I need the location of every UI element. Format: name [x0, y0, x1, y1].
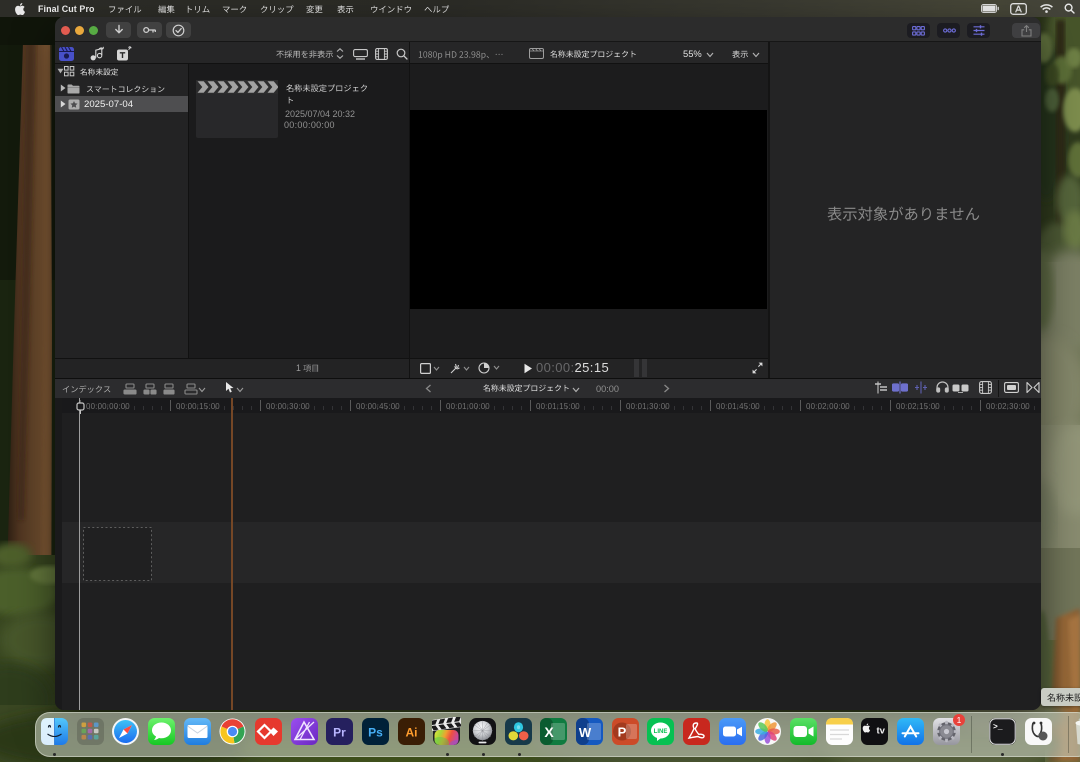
- svg-text:>_: >_: [993, 723, 1003, 732]
- svg-text:LINE: LINE: [654, 729, 668, 735]
- svg-text:P: P: [617, 725, 626, 740]
- svg-text:X: X: [545, 724, 555, 740]
- svg-text:W: W: [579, 725, 592, 740]
- svg-text:Ps: Ps: [368, 726, 383, 740]
- svg-text:Pr: Pr: [333, 726, 346, 740]
- svg-text:Ai: Ai: [405, 726, 417, 740]
- svg-text:tv: tv: [877, 725, 886, 736]
